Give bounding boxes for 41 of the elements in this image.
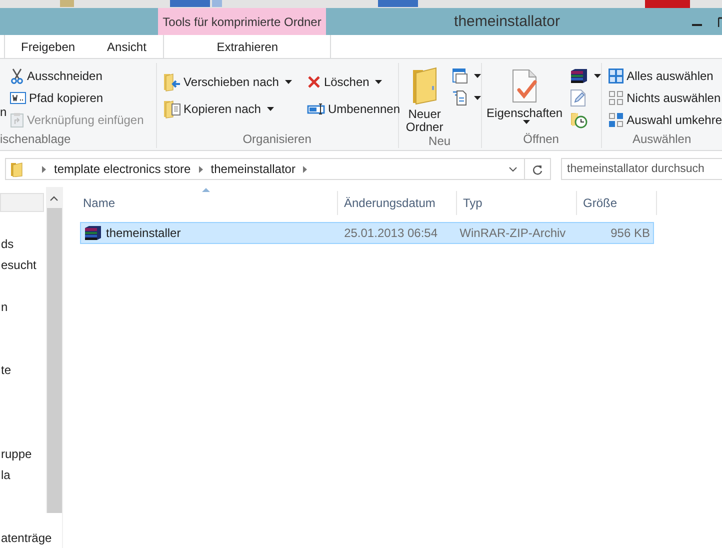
- column-header[interactable]: Größe: [577, 191, 657, 215]
- nav-item[interactable]: la: [0, 464, 44, 485]
- ribbon-button[interactable]: Pfad kopieren: [10, 89, 144, 107]
- ribbon-tab[interactable]: Ansicht: [91, 35, 162, 58]
- ribbon-button[interactable]: Ausschneiden: [10, 67, 144, 85]
- nav-item[interactable]: te: [0, 359, 44, 380]
- ribbon-tab[interactable]: Extrahieren: [163, 35, 332, 58]
- ribbon-button[interactable]: Auswahl umkehre: [608, 111, 722, 129]
- group-label: Neu: [428, 134, 452, 148]
- address-bar[interactable]: template electronics store themeinstallator: [5, 158, 525, 180]
- group-label: Organisieren: [242, 132, 312, 148]
- search-field[interactable]: themeinstallator durchsuch: [561, 158, 722, 180]
- group-label: Öffnen: [522, 132, 560, 148]
- ribbon-button[interactable]: Kopieren nach: [162, 100, 292, 118]
- file-row[interactable]: themeinstaller 25.01.2013 06:54 WinRAR-ZIP-Archiv 956 KB: [80, 222, 654, 244]
- nav-item[interactable]: esucht: [0, 254, 44, 275]
- table-cell: 25.01.2013 06:54: [344, 226, 438, 240]
- ribbon-tab[interactable]: Freigeben: [5, 35, 92, 58]
- table-cell: WinRAR-ZIP-Archiv: [460, 226, 566, 240]
- button-label: n: [0, 105, 8, 119]
- nav-item[interactable]: n: [0, 296, 44, 317]
- table-cell: themeinstaller: [106, 226, 181, 240]
- nav-item[interactable]: atenträge: [0, 527, 52, 548]
- nav-item[interactable]: ruppe: [0, 443, 44, 464]
- ribbon-button[interactable]: Löschen: [306, 73, 400, 91]
- ribbon-button[interactable]: Nichts auswählen: [608, 89, 722, 107]
- context-tab-group: Tools für komprimierte Ordner: [158, 8, 326, 35]
- ribbon-button[interactable]: Umbenennen: [306, 100, 400, 118]
- ribbon-button[interactable]: Verschieben nach: [162, 73, 292, 91]
- column-header[interactable]: Änderungsdatum: [338, 191, 457, 215]
- nav-item[interactable]: ds: [0, 233, 44, 254]
- window-title: themeinstallator: [453, 12, 561, 32]
- ribbon-button[interactable]: Alles auswählen: [608, 67, 722, 85]
- column-header[interactable]: Typ: [457, 191, 577, 215]
- table-cell: 956 KB: [610, 226, 650, 240]
- breadcrumb[interactable]: themeinstallator: [210, 162, 296, 176]
- big-ribbon-button[interactable]: Neuer Ordner: [402, 63, 448, 134]
- group-label: Auswählen: [631, 132, 692, 148]
- breadcrumb[interactable]: template electronics store: [54, 162, 191, 176]
- group-label: ischenablage: [0, 132, 72, 148]
- big-ribbon-button[interactable]: Eigenschaften: [484, 63, 566, 124]
